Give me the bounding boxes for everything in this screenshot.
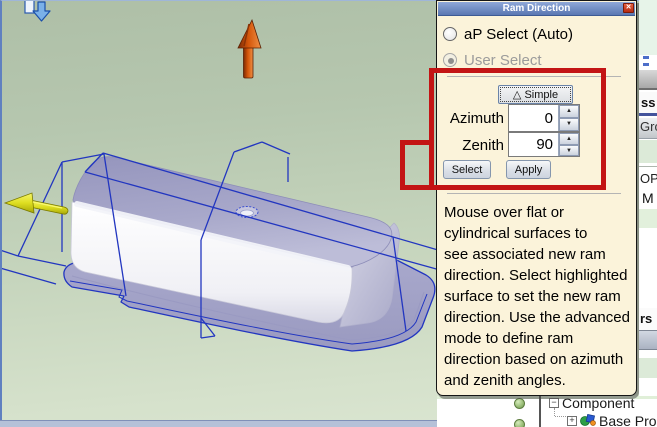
apply-button[interactable]: Apply [506,160,551,179]
radio-circle-icon[interactable] [443,53,457,67]
spin-up-icon[interactable]: ▲ [559,105,579,118]
horizontal-scrollbar[interactable] [0,420,438,427]
azimuth-spinner: ▲ ▼ [558,105,579,131]
select-button[interactable]: Select [443,160,491,179]
divider [639,138,657,139]
radio-label: aP Select (Auto) [464,26,573,43]
panel-divider [539,396,541,427]
status-ball-icon[interactable] [514,419,525,427]
radio-label: User Select [464,52,542,69]
zenith-spinner: ▲ ▼ [558,133,579,156]
panel-row-fragment: Gro [639,118,657,138]
separator [447,76,621,77]
spin-down-icon[interactable]: ▼ [559,145,579,157]
panel-row-fragment: M [639,189,657,209]
azimuth-input[interactable] [509,105,556,131]
spin-up-icon[interactable]: ▲ [559,133,579,145]
ram-direction-dialog: Ram Direction ✕ aP Select (Auto) User Se… [436,0,637,396]
simple-mode-button[interactable]: △ Simple [498,85,573,104]
panel-row [639,358,657,378]
close-icon[interactable]: ✕ [623,3,634,13]
triangle-up-icon: △ [513,89,521,101]
radio-circle-icon[interactable] [443,27,457,41]
status-ball-icon[interactable] [514,398,525,409]
radio-dot-icon [448,58,454,64]
tree-node-base-pro[interactable]: Base Pro [599,413,657,427]
tree-node-component[interactable]: Component [562,396,634,411]
application-screen: ss Gro OP M rs − Component + Base Pro Ra… [0,0,657,427]
dialog-titlebar[interactable]: Ram Direction [438,2,635,16]
panel-row [639,0,657,55]
base-pro-icon [580,414,596,427]
ram-direction-arrow[interactable] [238,20,261,78]
expand-node-icon[interactable]: + [567,416,577,426]
panel-row-fragment: OP [639,168,657,189]
simple-button-label: Simple [524,89,558,101]
tree-connector [555,416,566,417]
panel-row [639,140,657,163]
axis-arrow[interactable] [5,193,68,214]
panel-header-fragment: ss [639,92,657,113]
separator [447,193,621,194]
panel-splitter[interactable] [639,70,657,90]
panel-row [639,209,657,228]
panel-splitter[interactable] [639,330,657,350]
feature-tree-panel: − Component + Base Pro [437,396,657,427]
header-underline [639,113,657,116]
cursor-insert-icon [25,0,50,21]
azimuth-field-group: ▲ ▼ [508,104,580,132]
dialog-title: Ram Direction [503,3,571,14]
zenith-field-group: ▲ ▼ [508,132,580,157]
bullet-icon [643,56,649,59]
help-text: Mouse over flat or cylindrical surfaces … [444,202,632,391]
divider [639,166,657,167]
tree-connector [554,408,555,416]
zenith-label: Zenith [439,137,504,154]
zenith-input[interactable] [509,133,556,156]
background-properties-panel: ss Gro OP M rs [639,0,657,427]
panel-header-fragment: rs [639,308,657,330]
collapse-node-icon[interactable]: − [549,398,559,408]
spin-down-icon[interactable]: ▼ [559,118,579,131]
bullet-icon [643,63,649,66]
azimuth-label: Azimuth [439,110,504,127]
